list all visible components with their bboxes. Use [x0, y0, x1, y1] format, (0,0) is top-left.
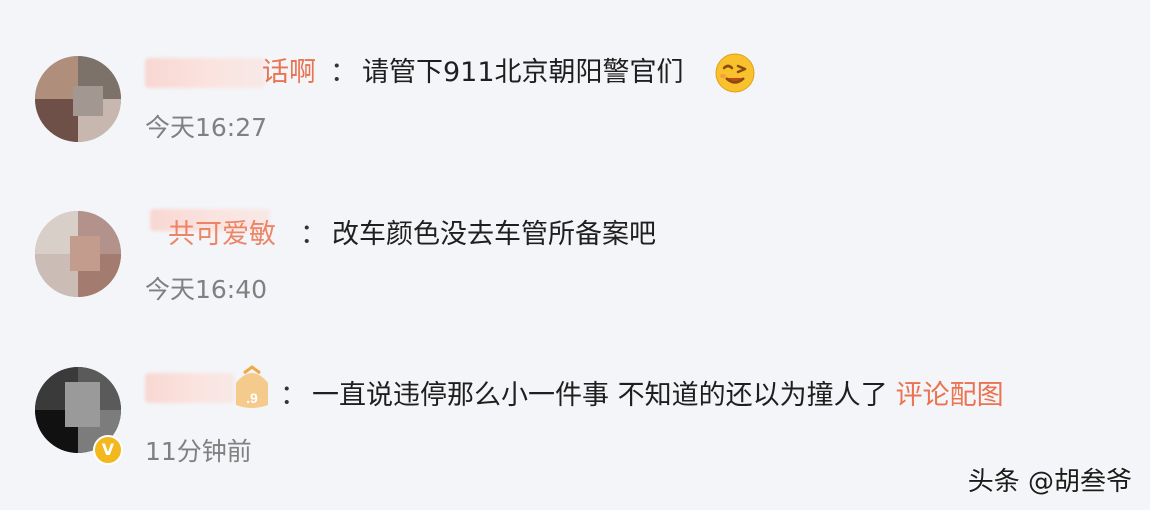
- watermark: 头条 @胡叁爷: [967, 467, 1132, 497]
- comment-timestamp: 11分钟前: [145, 437, 252, 466]
- avatar[interactable]: [35, 56, 121, 142]
- comment-text: 请管下911北京朝阳警官们: [362, 57, 684, 88]
- wink-face-icon: [715, 53, 755, 93]
- comment-text: 一直说违停那么小一件事 不知道的还以为撞人了 评论配图: [312, 380, 1004, 412]
- separator-colon: ：: [280, 380, 307, 411]
- avatar[interactable]: [35, 211, 121, 297]
- comment-item-2: 共可爱敏 ： 改车颜色没去车管所备案吧 今天16:40: [0, 195, 1150, 325]
- comment-timestamp: 今天16:27: [145, 113, 268, 142]
- svg-text:.9: .9: [246, 390, 258, 406]
- username-redacted[interactable]: [145, 373, 235, 403]
- username[interactable]: 共可爱敏: [168, 219, 276, 251]
- username-redacted[interactable]: [145, 58, 265, 88]
- comment-item-1: 话啊 ： 请管下911北京朝阳警官们 今天16:27: [0, 40, 1150, 170]
- comment-text: 改车颜色没去车管所备案吧: [332, 219, 656, 250]
- separator-colon: ：: [330, 57, 357, 88]
- separator-colon: ：: [300, 219, 327, 250]
- verified-badge-icon: V: [93, 435, 123, 465]
- username[interactable]: 话啊: [262, 57, 316, 89]
- member-level-icon: .9: [236, 365, 268, 408]
- comment-timestamp: 今天16:40: [145, 275, 268, 304]
- comment-image-link[interactable]: 评论配图: [896, 380, 1004, 411]
- comment-text-body: 一直说违停那么小一件事 不知道的还以为撞人了: [312, 380, 888, 411]
